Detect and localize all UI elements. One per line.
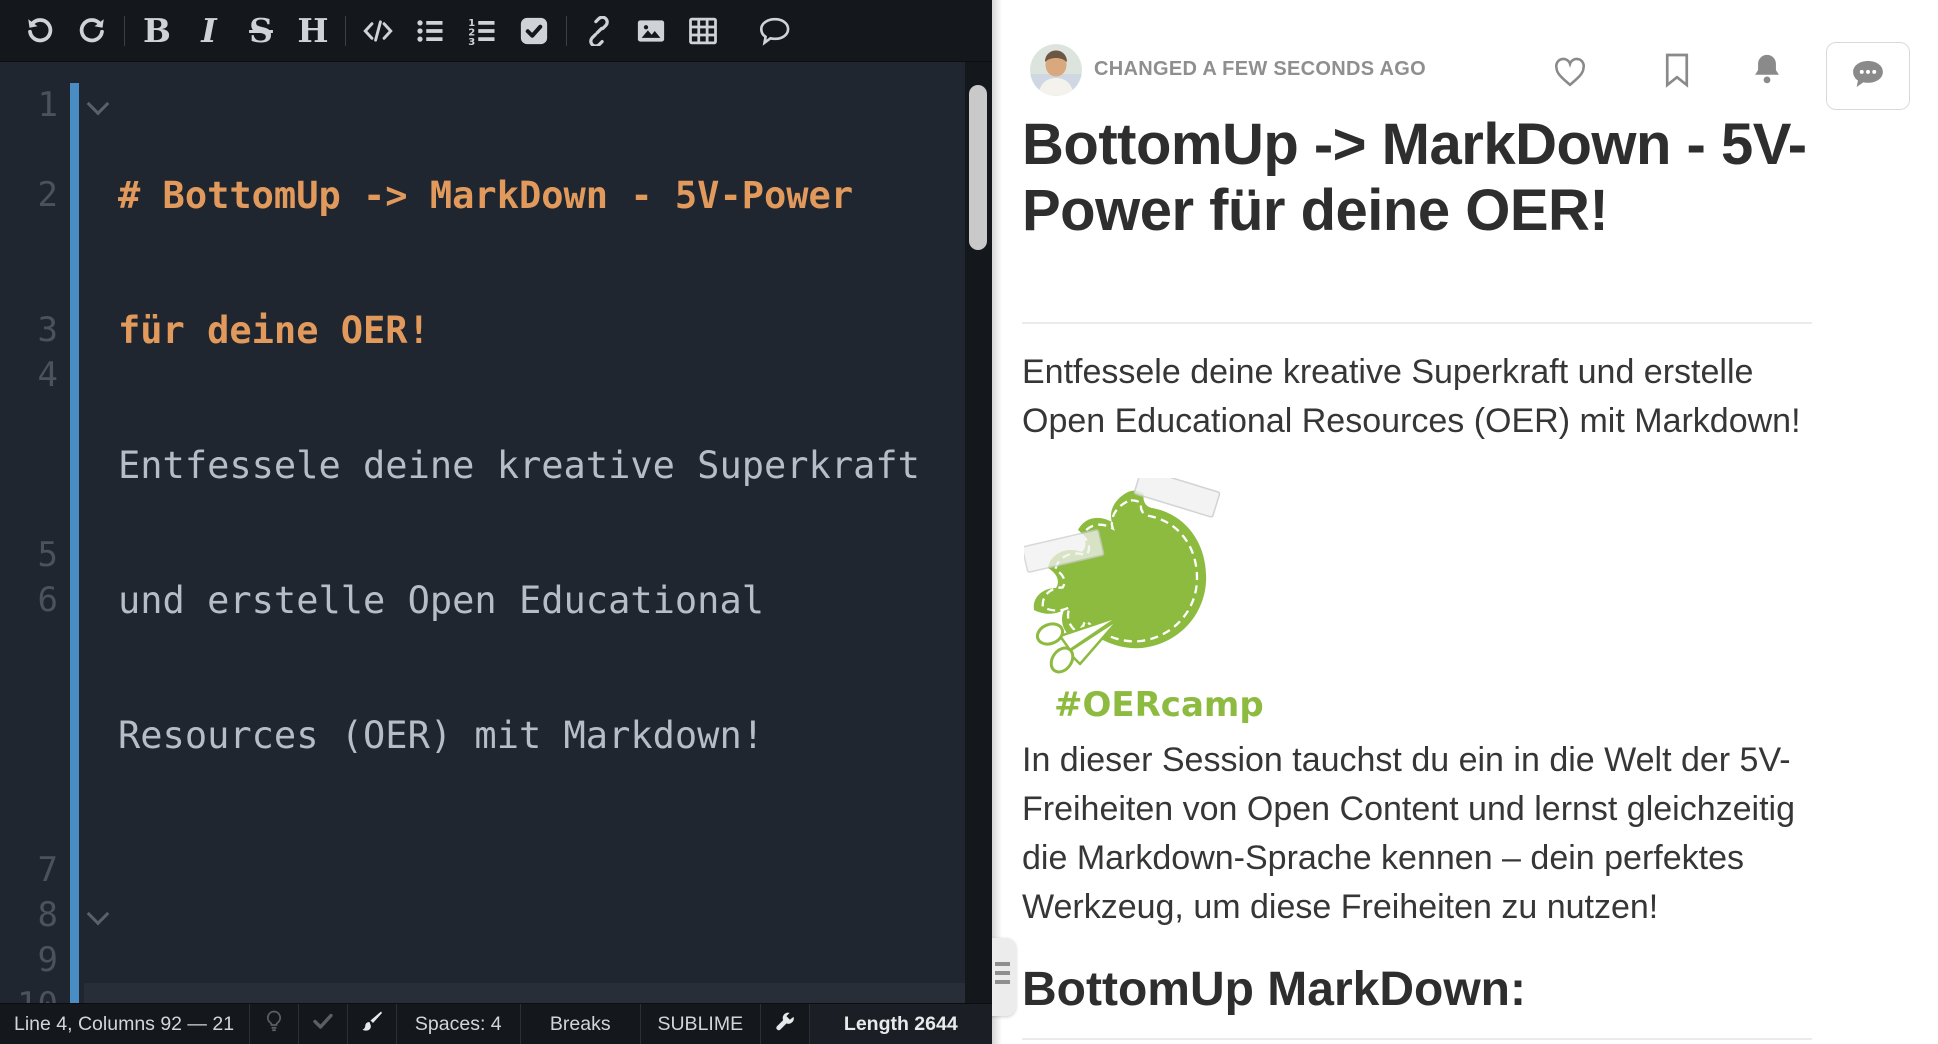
fold-chevron-icon[interactable] xyxy=(87,93,110,116)
table-icon xyxy=(688,16,718,46)
comment-bubble-icon xyxy=(1849,57,1887,96)
editor-toolbar: B I S H 123 xyxy=(0,0,992,62)
paintbrush-icon xyxy=(361,1010,383,1038)
indentation-status[interactable]: Spaces: 4 xyxy=(396,1004,520,1044)
fold-chevron-icon[interactable] xyxy=(87,903,110,926)
code-row[interactable]: Resources (OER) mit Markdown! xyxy=(118,713,965,758)
gutter-line-number: 6 xyxy=(0,578,58,623)
linebreak-mode-status[interactable]: Breaks xyxy=(520,1004,640,1044)
code-button[interactable] xyxy=(352,0,404,62)
gutter-line-number: 5 xyxy=(0,533,58,578)
section-heading: BottomUp MarkDown: xyxy=(1022,962,1526,1017)
theme-brush-button[interactable] xyxy=(347,1004,396,1044)
checklist-icon xyxy=(519,16,549,46)
active-line[interactable]: ![](https://open-educational- resources.… xyxy=(84,983,975,1003)
code-row[interactable]: # BottomUp -> MarkDown - 5V-Power xyxy=(118,173,965,218)
wrench-icon xyxy=(774,1011,795,1038)
undo-icon xyxy=(25,16,55,46)
italic-icon: I xyxy=(201,14,216,47)
pane-divider-shadow xyxy=(992,0,1002,1044)
document-title: BottomUp -> MarkDown - 5V-Power für dein… xyxy=(1022,112,1822,244)
notifications-button[interactable] xyxy=(1750,51,1784,92)
heading-icon: H xyxy=(297,14,328,47)
code-editor[interactable]: 1 2 3 4 5 6 7 8 9 10 # BottomUp -> MarkD… xyxy=(0,62,992,1003)
like-button[interactable] xyxy=(1552,54,1588,93)
title-divider xyxy=(1022,322,1812,324)
redo-icon xyxy=(77,16,107,46)
comment-button[interactable] xyxy=(1826,42,1910,110)
toolbar-separator xyxy=(345,16,346,46)
preview-pane: CHANGED A FEW SECONDS AGO BottomUp -> Ma… xyxy=(992,0,1938,1044)
avatar[interactable] xyxy=(1030,44,1082,96)
comment-icon xyxy=(758,15,792,47)
bullet-list-icon xyxy=(415,16,445,46)
cursor-position-status: Line 4, Columns 92 — 21 xyxy=(0,1004,249,1044)
code-row[interactable]: für deine OER! xyxy=(118,308,965,353)
comment-insert-button[interactable] xyxy=(749,0,801,62)
editor-scrollbar[interactable] xyxy=(965,62,992,1003)
keymap-status[interactable]: SUBLIME xyxy=(640,1004,760,1044)
code-row[interactable]: und erstelle Open Educational xyxy=(118,578,965,623)
check-icon xyxy=(312,1011,334,1037)
intro-paragraph: Entfessele deine kreative Superkraft und… xyxy=(1022,348,1832,446)
link-button[interactable] xyxy=(573,0,625,62)
gutter-line-number: 10 xyxy=(0,983,58,1003)
gutter-line-number: 1 xyxy=(0,83,58,128)
document-length-status: Length 2644 xyxy=(809,1004,992,1044)
link-icon xyxy=(584,16,614,46)
preferences-button[interactable] xyxy=(760,1004,809,1044)
bullet-list-button[interactable] xyxy=(404,0,456,62)
numbered-list-icon: 123 xyxy=(467,16,497,46)
changed-lines-bar xyxy=(70,83,79,1003)
section-divider xyxy=(1022,1038,1812,1040)
lightbulb-icon xyxy=(264,1010,284,1038)
last-changed-label: CHANGED A FEW SECONDS AGO xyxy=(1094,58,1426,81)
toolbar-separator xyxy=(566,16,567,46)
bold-button[interactable]: B xyxy=(131,0,183,62)
table-button[interactable] xyxy=(677,0,729,62)
bold-icon: B xyxy=(143,14,171,47)
oercamp-logo: #OERcamp xyxy=(1024,478,1234,725)
toolbar-separator xyxy=(124,16,125,46)
bookmark-button[interactable] xyxy=(1662,52,1692,93)
gutter-line-number: 7 xyxy=(0,848,58,893)
hackmd-split-view: { "colors": { "editor_bg": "#1f2630", "p… xyxy=(0,0,1938,1044)
gutter-line-number: 8 xyxy=(0,893,58,938)
checklist-button[interactable] xyxy=(508,0,560,62)
code-row-empty[interactable] xyxy=(118,848,965,893)
session-paragraph: In dieser Session tauchst du ein in die … xyxy=(1022,736,1834,932)
italic-button[interactable]: I xyxy=(183,0,235,62)
gutter-line-number: 9 xyxy=(0,938,58,983)
svg-text:3: 3 xyxy=(468,36,475,45)
logo-caption: #OERcamp xyxy=(1054,685,1234,725)
code-icon xyxy=(361,16,395,46)
image-icon xyxy=(635,16,667,46)
undo-button[interactable] xyxy=(14,0,66,62)
image-button[interactable] xyxy=(625,0,677,62)
editor-statusbar: Line 4, Columns 92 — 21 Spaces: 4 Breaks… xyxy=(0,1003,992,1044)
gutter-line-number: 4 xyxy=(0,353,58,398)
scrollbar-thumb[interactable] xyxy=(969,85,987,250)
gutter-line-number: 2 xyxy=(0,173,58,218)
divider-grip[interactable] xyxy=(992,938,1016,1016)
gutter-line-number: 3 xyxy=(0,308,58,353)
strikethrough-button[interactable]: S xyxy=(235,0,287,62)
heading-button[interactable]: H xyxy=(287,0,339,62)
redo-button[interactable] xyxy=(66,0,118,62)
numbered-list-button[interactable]: 123 xyxy=(456,0,508,62)
spellcheck-toggle[interactable] xyxy=(298,1004,347,1044)
code-lines[interactable]: # BottomUp -> MarkDown - 5V-Power für de… xyxy=(118,83,965,1003)
strikethrough-icon: S xyxy=(249,14,273,47)
night-mode-toggle[interactable] xyxy=(249,1004,298,1044)
code-row[interactable]: Entfessele deine kreative Superkraft xyxy=(118,443,965,488)
editor-pane: B I S H 123 1 2 xyxy=(0,0,992,1044)
